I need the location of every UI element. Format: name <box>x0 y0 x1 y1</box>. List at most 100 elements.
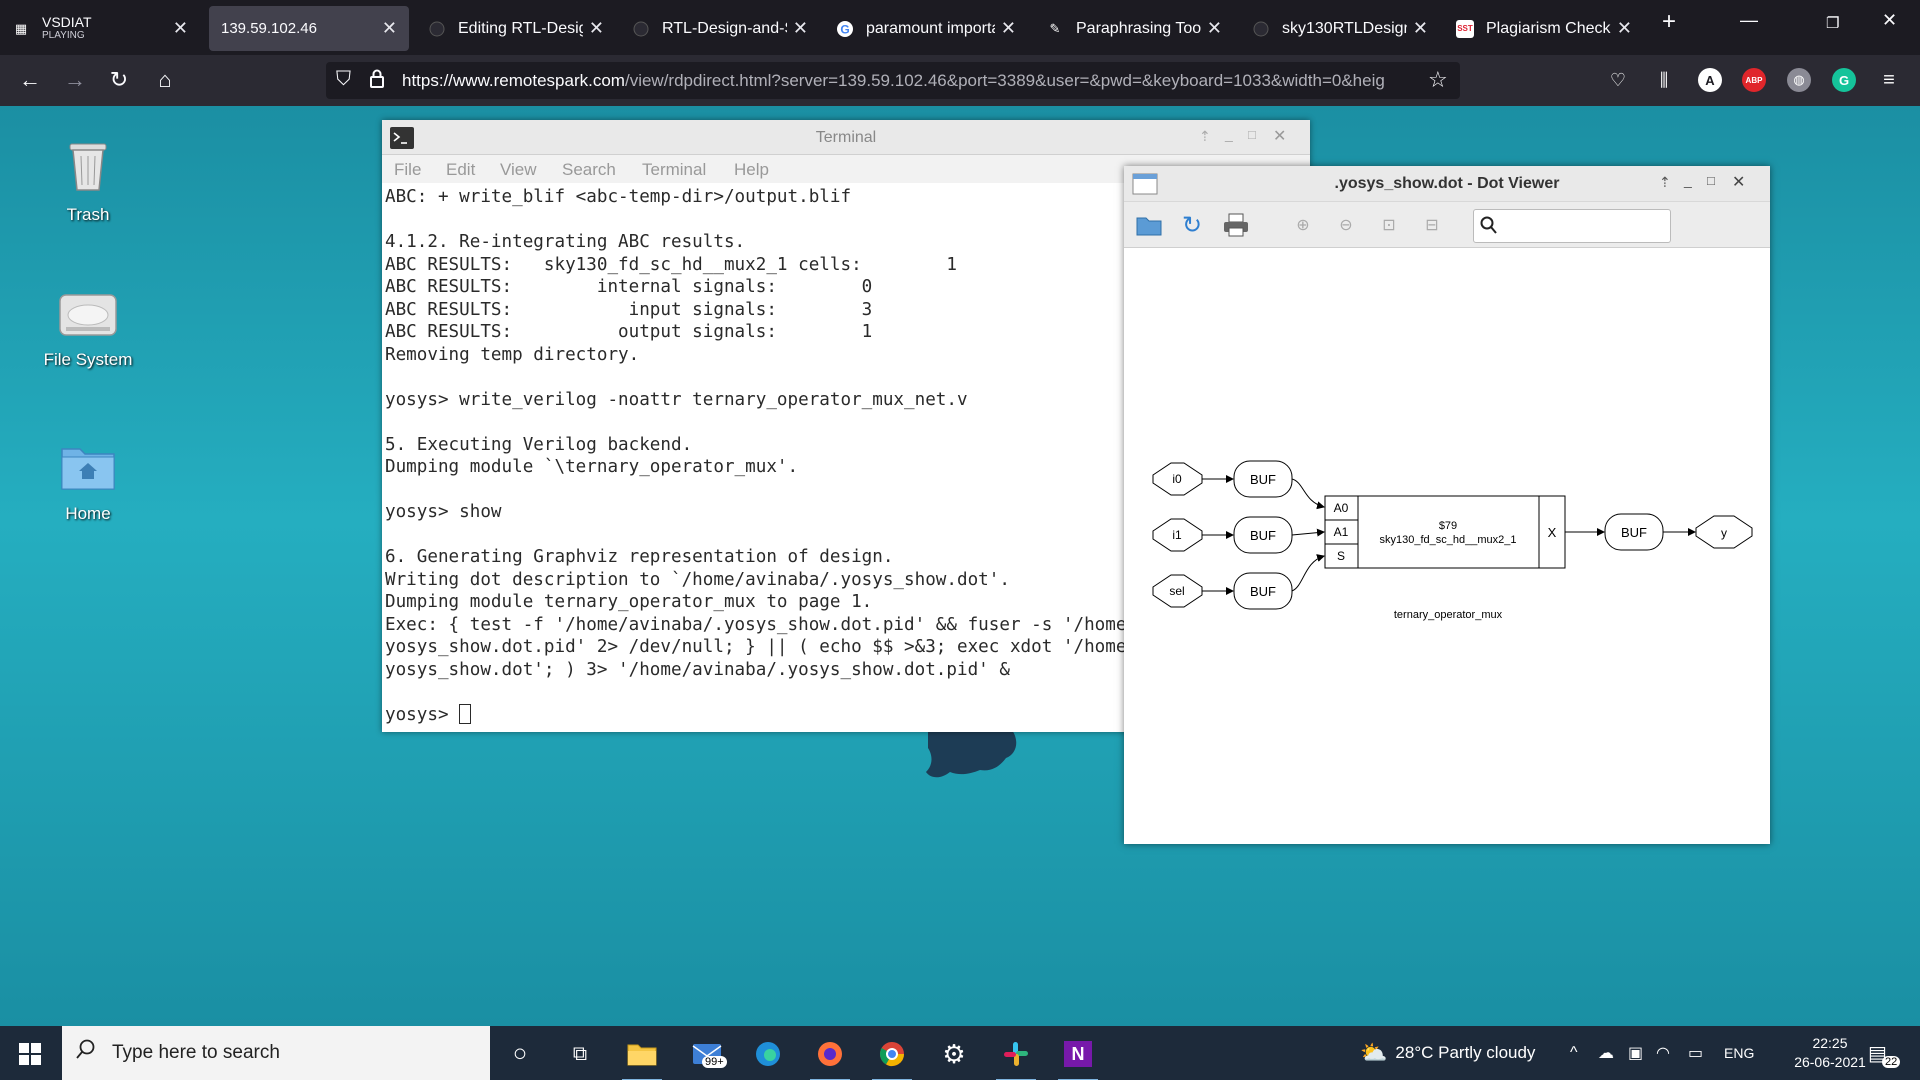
cortana-icon[interactable]: ○ <box>500 1034 540 1074</box>
wifi-icon[interactable]: ◠ <box>1656 1026 1670 1080</box>
menu-file[interactable]: File <box>394 160 421 180</box>
zoom-100-icon[interactable]: ⊟ <box>1419 213 1445 237</box>
graph-canvas[interactable]: i0 i1 sel BUF BUF BUF A0 A1 S $79 sky130… <box>1126 250 1768 842</box>
dot-viewer-search-field[interactable] <box>1473 209 1671 243</box>
tab-title: RTL-Design-and-Syn <box>662 19 787 37</box>
adblock-icon[interactable]: ABP <box>1742 68 1766 92</box>
cell-port-x: X <box>1548 525 1557 540</box>
minimize-icon[interactable]: _ <box>1225 126 1233 142</box>
close-icon[interactable]: ✕ <box>1413 18 1428 39</box>
close-window-icon[interactable]: ✕ <box>1882 10 1897 31</box>
reload-icon[interactable]: ↻ <box>104 65 134 95</box>
tab-rtl-design[interactable]: RTL-Design-and-Syn ✕ <box>620 6 820 51</box>
shield-icon[interactable]: ⛉ <box>336 68 351 91</box>
buffer-node[interactable]: BUF <box>1604 513 1664 551</box>
buffer-node[interactable]: BUF <box>1233 516 1293 554</box>
zoom-fit-icon[interactable]: ⊡ <box>1376 213 1402 237</box>
search-input[interactable] <box>1504 214 1664 238</box>
grammarly-icon[interactable]: G <box>1832 68 1856 92</box>
buffer-node[interactable]: BUF <box>1233 572 1293 610</box>
reload-icon[interactable]: ↻ <box>1179 212 1205 239</box>
tab-remote-session[interactable]: 139.59.102.46 ✕ <box>209 6 409 51</box>
restore-icon[interactable]: ❐ <box>1826 14 1839 32</box>
close-icon[interactable]: ✕ <box>1273 126 1286 146</box>
close-icon[interactable]: ✕ <box>173 18 188 39</box>
menu-help[interactable]: Help <box>734 160 769 180</box>
desktop-icon-home[interactable]: Home <box>28 441 148 524</box>
maximize-icon[interactable]: □ <box>1248 127 1256 142</box>
clock[interactable]: 22:25 26-06-2021 <box>1780 1026 1880 1080</box>
menu-edit[interactable]: Edit <box>446 160 475 180</box>
battery-icon[interactable]: ▭ <box>1688 1026 1703 1080</box>
windows-start-icon[interactable] <box>10 1034 50 1074</box>
globe-icon[interactable]: ◍ <box>1787 68 1811 92</box>
terminal-output[interactable]: ABC: + write_blif <abc-temp-dir>/output.… <box>385 186 1125 726</box>
menu-view[interactable]: View <box>500 160 537 180</box>
lock-icon[interactable] <box>370 69 384 94</box>
library-icon[interactable]: ⫼ <box>1652 68 1676 92</box>
open-folder-icon[interactable] <box>1136 213 1162 237</box>
close-icon[interactable]: ✕ <box>382 18 397 39</box>
input-port-sel[interactable]: sel <box>1152 574 1203 608</box>
keep-above-icon[interactable]: ⇡ <box>1659 174 1671 191</box>
notification-center-icon[interactable]: ▤ 22 <box>1868 1026 1901 1080</box>
close-icon[interactable]: ✕ <box>793 18 808 39</box>
menu-terminal[interactable]: Terminal <box>642 160 706 180</box>
input-port-i0[interactable]: i0 <box>1152 462 1203 496</box>
forward-icon[interactable]: → <box>60 65 90 95</box>
desktop-icon-file-system[interactable]: File System <box>28 291 148 370</box>
desktop-icon-label: Trash <box>66 205 110 224</box>
url-bar[interactable]: ⛉ https://www.remotespark.com/view/rdpdi… <box>326 62 1460 99</box>
account-icon[interactable]: A <box>1698 68 1722 92</box>
tab-google-search[interactable]: G paramount importar ✕ <box>824 6 1028 51</box>
meet-now-icon[interactable]: ▣ <box>1628 1026 1643 1080</box>
dot-viewer-window[interactable]: .yosys_show.dot - Dot Viewer ⇡ _ □ ✕ ↻ ⊕… <box>1124 166 1770 844</box>
close-icon[interactable]: ✕ <box>1617 18 1632 39</box>
buffer-node[interactable]: BUF <box>1233 460 1293 498</box>
url-text[interactable]: https://www.remotespark.com/view/rdpdire… <box>402 71 1422 91</box>
input-port-i1[interactable]: i1 <box>1152 518 1203 552</box>
task-view-icon[interactable]: ⧉ <box>560 1034 600 1074</box>
close-icon[interactable]: ✕ <box>589 18 604 39</box>
tab-paraphrasing-tool[interactable]: ✎ Paraphrasing Tool | ( ✕ <box>1034 6 1234 51</box>
weather-widget[interactable]: ⛅ 28°C Partly cloudy <box>1360 1026 1535 1080</box>
dot-viewer-title-bar[interactable]: .yosys_show.dot - Dot Viewer ⇡ _ □ ✕ <box>1124 166 1770 202</box>
home-icon[interactable]: ⌂ <box>150 65 180 95</box>
tab-editing-rtl[interactable]: Editing RTL-Design- ✕ <box>416 6 616 51</box>
menu-icon[interactable]: ≡ <box>1877 68 1901 92</box>
keep-above-icon[interactable]: ⇡ <box>1199 128 1211 145</box>
back-icon[interactable]: ← <box>15 65 45 95</box>
cloud-icon[interactable]: ☁ <box>1598 1026 1614 1080</box>
firefox-icon[interactable] <box>810 1034 850 1080</box>
onenote-icon[interactable]: N <box>1058 1034 1098 1080</box>
edge-browser-icon[interactable] <box>748 1034 788 1074</box>
maximize-icon[interactable]: □ <box>1707 173 1715 188</box>
close-icon[interactable]: ✕ <box>1207 18 1222 39</box>
zoom-out-icon[interactable]: ⊖ <box>1333 213 1359 237</box>
tab-vsdiat[interactable]: ▦ VSDIAT PLAYING ✕ <box>0 6 200 51</box>
settings-gear-icon[interactable]: ⚙ <box>934 1034 974 1074</box>
output-port-y[interactable]: y <box>1695 515 1753 549</box>
taskbar-search-box[interactable]: Type here to search <box>62 1026 490 1080</box>
menu-search[interactable]: Search <box>562 160 616 180</box>
chevron-up-icon[interactable]: ^ <box>1570 1026 1578 1080</box>
pocket-icon[interactable]: ♡ <box>1606 68 1630 92</box>
close-icon[interactable]: ✕ <box>1732 172 1745 192</box>
chrome-icon[interactable] <box>872 1034 912 1080</box>
print-icon[interactable] <box>1223 213 1249 237</box>
terminal-title-bar[interactable]: Terminal ⇡ _ □ ✕ <box>382 120 1310 155</box>
desktop-icon-trash[interactable]: Trash <box>28 136 148 225</box>
file-explorer-icon[interactable] <box>622 1034 662 1080</box>
close-icon[interactable]: ✕ <box>1001 18 1016 39</box>
minimize-icon[interactable]: _ <box>1684 172 1692 188</box>
slack-icon[interactable] <box>996 1034 1036 1080</box>
tab-plagiarism-checker[interactable]: SST Plagiarism Checker - ✕ <box>1444 6 1644 51</box>
minimize-icon[interactable]: — <box>1740 10 1758 31</box>
mux-cell[interactable]: A0 A1 S $79 sky130_fd_sc_hd__mux2_1 X <box>1324 495 1566 569</box>
tab-sky130[interactable]: sky130RTLDesignAn ✕ <box>1240 6 1440 51</box>
language-indicator[interactable]: ENG <box>1724 1026 1754 1080</box>
new-tab-icon[interactable]: + <box>1662 8 1676 36</box>
zoom-in-icon[interactable]: ⊕ <box>1290 213 1316 237</box>
bookmark-star-icon[interactable]: ☆ <box>1428 67 1448 93</box>
mail-icon[interactable]: 99+ <box>688 1034 728 1074</box>
